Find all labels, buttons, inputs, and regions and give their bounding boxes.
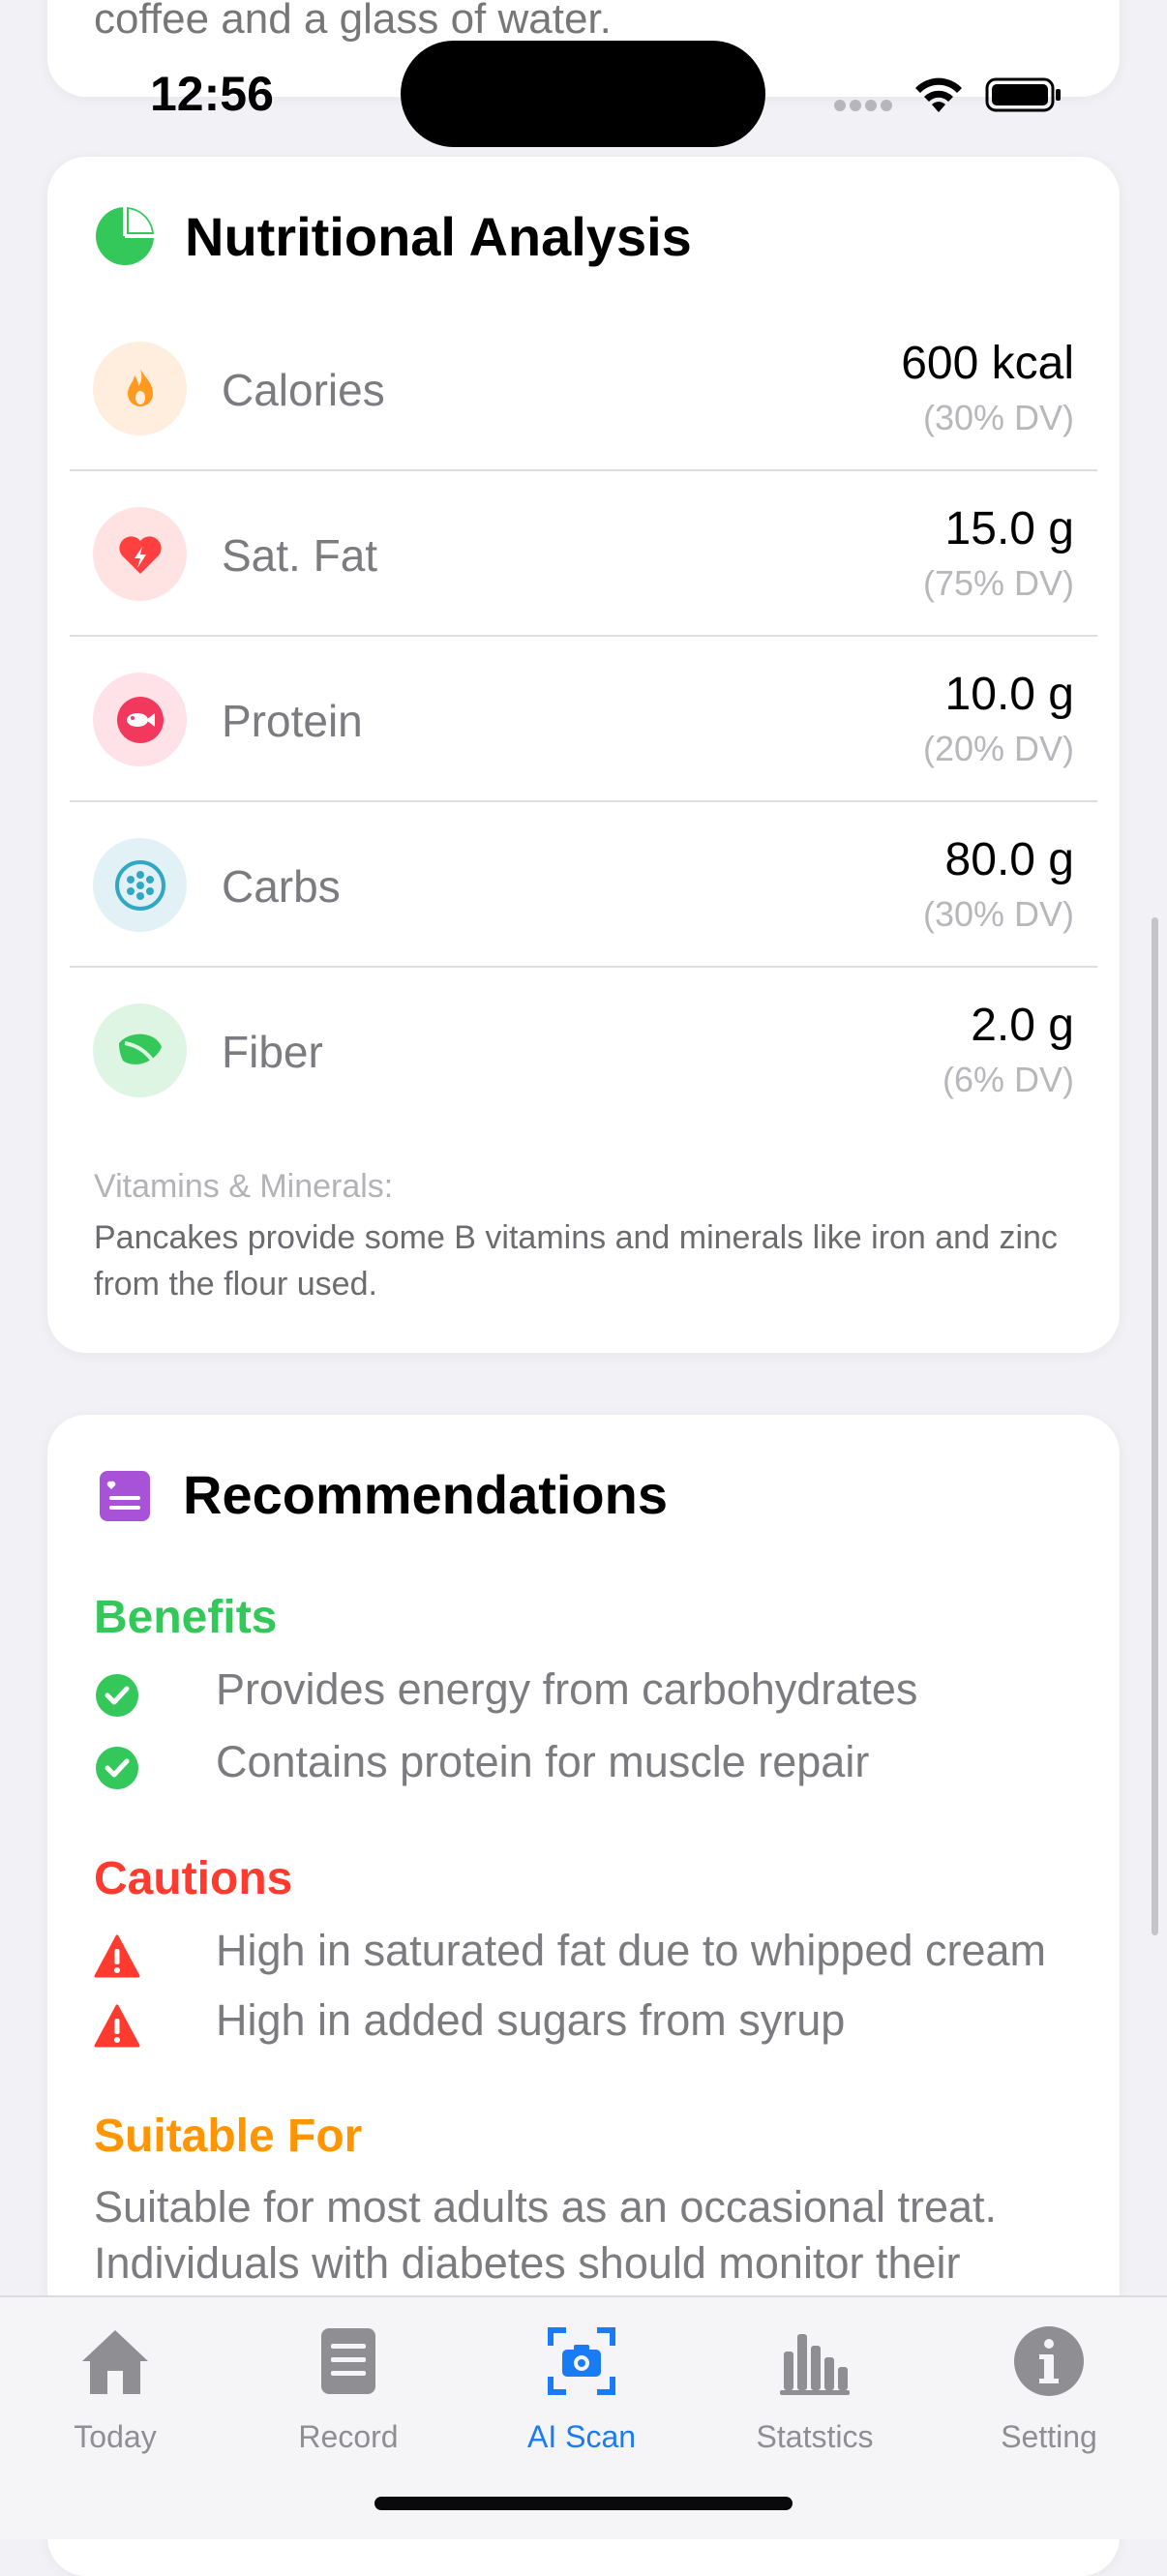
nutrient-row-protein: Protein 10.0 g (20% DV)	[70, 637, 1097, 802]
grain-icon	[93, 838, 187, 932]
fish-icon	[93, 673, 187, 766]
nutrient-daily-value: (6% DV)	[942, 1060, 1074, 1099]
flame-icon	[93, 342, 187, 435]
nutrient-value: 15.0 g	[944, 503, 1074, 554]
heart-note-icon	[100, 1471, 150, 1521]
cellular-signal-icon	[834, 99, 896, 116]
checkmark-circle-icon	[96, 1674, 138, 1717]
scrollbar[interactable]	[1152, 917, 1158, 1935]
tab-statistics[interactable]: Statstics	[718, 2315, 912, 2460]
nutrient-value: 600 kcal	[901, 338, 1074, 389]
tab-label: Statstics	[756, 2419, 874, 2454]
nutrient-label: Protein	[222, 696, 363, 746]
battery-icon	[985, 77, 1061, 112]
nutrient-value: 2.0 g	[971, 1000, 1074, 1051]
nutrient-label: Fiber	[222, 1027, 323, 1077]
vitamins-label: Vitamins & Minerals:	[94, 1168, 394, 1205]
status-time: 12:56	[150, 67, 274, 121]
nutrient-daily-value: (30% DV)	[922, 894, 1074, 934]
nutritional-analysis-title: Nutritional Analysis	[185, 206, 692, 267]
nutrient-daily-value: (20% DV)	[922, 729, 1074, 768]
benefits-heading: Benefits	[94, 1592, 278, 1643]
recommendations-title: Recommendations	[183, 1464, 668, 1525]
nutrient-label: Sat. Fat	[222, 530, 378, 581]
bar-chart-icon	[780, 2334, 850, 2395]
nutrient-value: 80.0 g	[944, 834, 1074, 885]
warning-triangle-icon	[94, 2004, 140, 2048]
wifi-icon	[915, 77, 962, 112]
tab-label: AI Scan	[526, 2419, 637, 2454]
warning-triangle-icon	[94, 1934, 140, 1978]
cautions-heading: Cautions	[94, 1853, 293, 1904]
nutrient-daily-value: (30% DV)	[922, 398, 1074, 437]
nutrient-value: 10.0 g	[944, 669, 1074, 720]
nutrient-label: Calories	[222, 365, 385, 415]
checkmark-circle-icon	[96, 1747, 138, 1789]
vitamins-text: Pancakes provide some B vitamins and min…	[94, 1219, 1058, 1303]
nutrient-row-calories: Calories 600 kcal (30% DV)	[70, 306, 1097, 471]
dynamic-island	[401, 41, 765, 147]
nutrient-label: Carbs	[222, 861, 341, 912]
suitable-for-heading: Suitable For	[94, 2111, 363, 2162]
tab-ai-scan[interactable]: AI Scan	[485, 2315, 678, 2460]
benefit-text: Provides energy from carbohydrates	[216, 1664, 918, 1714]
nutrient-row-fiber: Fiber 2.0 g (6% DV)	[70, 968, 1097, 1133]
tab-record[interactable]: Record	[252, 2315, 445, 2460]
heart-bolt-icon	[93, 507, 187, 601]
caution-text: High in saturated fat due to whipped cre…	[216, 1926, 1047, 1975]
tab-label: Record	[298, 2419, 399, 2454]
pie-chart-icon	[96, 207, 154, 265]
nutrient-daily-value: (75% DV)	[922, 563, 1074, 603]
home-indicator[interactable]	[374, 2497, 793, 2510]
tab-today[interactable]: Today	[18, 2315, 212, 2460]
suitable-for-text: Suitable for most adults as an occasiona…	[94, 2182, 998, 2288]
camera-scan-icon	[548, 2327, 615, 2395]
tab-label: Setting	[1001, 2419, 1097, 2454]
nutrient-row-carbs: Carbs 80.0 g (30% DV)	[70, 802, 1097, 968]
tab-label: Today	[74, 2419, 157, 2454]
tab-setting[interactable]: Setting	[952, 2315, 1146, 2460]
info-icon	[1014, 2326, 1084, 2396]
nutritional-analysis-card: Nutritional Analysis Calories 600 kcal (…	[47, 157, 1120, 1353]
nutrient-row-sat-fat: Sat. Fat 15.0 g (75% DV)	[70, 471, 1097, 637]
record-icon	[321, 2328, 375, 2394]
caution-text: High in added sugars from syrup	[216, 1995, 846, 2045]
leaf-icon	[93, 1003, 187, 1097]
house-icon	[82, 2330, 148, 2394]
benefit-text: Contains protein for muscle repair	[216, 1737, 870, 1786]
